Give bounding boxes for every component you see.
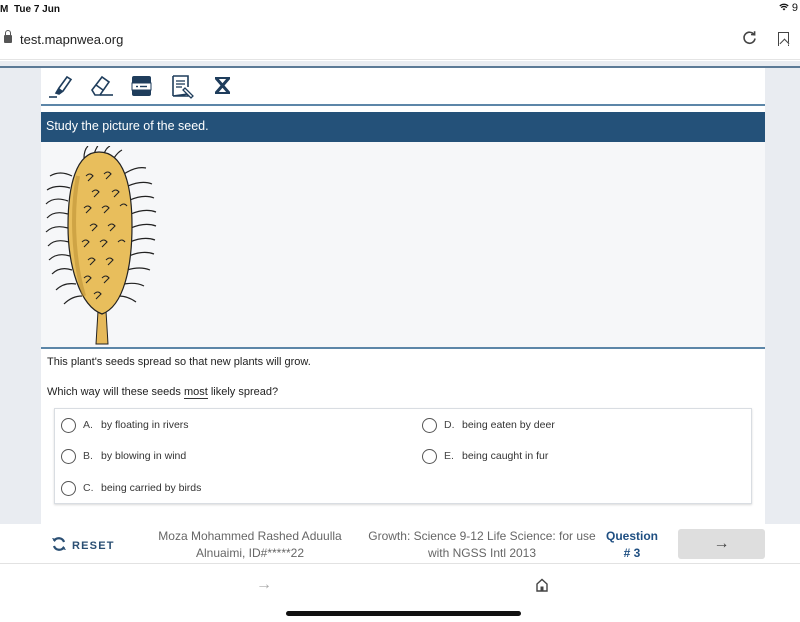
item-prompt-banner: Study the picture of the seed. — [41, 112, 765, 142]
option-letter: A. — [83, 419, 93, 431]
reset-label: RESET — [72, 540, 115, 552]
test-name-line1: Growth: Science 9-12 Life Science: for u… — [368, 529, 596, 543]
radio-button[interactable] — [61, 480, 76, 496]
option-letter: D. — [444, 419, 455, 431]
bookmark-icon[interactable] — [778, 32, 789, 46]
battery-percent: 9 — [791, 2, 798, 14]
option-letter: C. — [83, 482, 94, 494]
figure-area — [41, 142, 765, 347]
url-text[interactable]: test.mapnwea.org — [20, 32, 123, 47]
highlighter-tool[interactable] — [47, 73, 73, 99]
status-time: M — [0, 4, 9, 15]
test-footer: RESET Moza Mohammed Rashed Aduulla Alnua… — [0, 524, 800, 564]
answer-option-d[interactable]: D. being eaten by deer — [422, 415, 555, 435]
question-part: likely spread? — [207, 386, 279, 398]
student-info: Moza Mohammed Rashed Aduulla Alnuaimi, I… — [150, 528, 350, 562]
eraser-icon — [91, 75, 113, 96]
notepad-icon — [172, 75, 194, 99]
forward-arrow-icon[interactable]: → — [256, 576, 272, 594]
reset-button[interactable]: RESET — [51, 536, 115, 556]
next-question-button[interactable]: → — [678, 529, 765, 559]
question-part: Which way will these seeds — [47, 386, 184, 398]
eraser-tool[interactable] — [88, 73, 114, 99]
option-letter: E. — [444, 450, 454, 462]
toolbar-divider — [41, 104, 765, 106]
answer-choices: A. by floating in rivers B. by blowing i… — [54, 408, 752, 504]
question-number: Question # 3 — [600, 528, 664, 562]
device-status-bar: M Tue 7 Jun 9 — [0, 0, 800, 20]
option-text: by floating in rivers — [101, 419, 189, 431]
answer-option-a[interactable]: A. by floating in rivers — [61, 415, 189, 435]
highlighter-icon — [49, 75, 73, 98]
question-number-value: # 3 — [623, 546, 641, 560]
notepad-tool[interactable] — [169, 73, 195, 99]
radio-button[interactable] — [61, 448, 76, 464]
status-date: Tue 7 Jun — [14, 4, 60, 15]
student-name: Moza Mohammed Rashed Aduulla — [158, 529, 342, 543]
prompt-text: Study the picture of the seed. — [46, 119, 209, 133]
reset-icon — [51, 536, 67, 556]
wifi-icon: 9 — [779, 2, 798, 14]
option-text: being carried by birds — [101, 482, 202, 494]
question-label: Question — [605, 529, 658, 543]
radio-button[interactable] — [422, 417, 437, 433]
reload-icon[interactable] — [742, 30, 757, 50]
question-text: Which way will these seeds most likely s… — [47, 386, 279, 399]
line-reader-tool[interactable] — [129, 73, 155, 99]
item-stem: This plant's seeds spread so that new pl… — [47, 356, 311, 368]
option-letter: B. — [83, 450, 93, 462]
line-reader-icon — [131, 76, 152, 96]
answer-option-b[interactable]: B. by blowing in wind — [61, 446, 186, 466]
option-text: being eaten by deer — [462, 419, 555, 431]
browser-address-bar: test.mapnwea.org — [0, 20, 800, 60]
student-id: Alnuaimi, ID#*****22 — [195, 546, 305, 560]
answer-option-e[interactable]: E. being caught in fur — [422, 446, 548, 466]
test-name-line2: with NGSS Intl 2013 — [427, 546, 537, 560]
browser-bottom-toolbar: → — [0, 565, 800, 622]
option-text: by blowing in wind — [101, 450, 187, 462]
lock-icon — [4, 30, 12, 43]
arrow-right-icon: → — [713, 535, 730, 552]
radio-button[interactable] — [61, 417, 76, 433]
home-indicator[interactable] — [286, 611, 521, 616]
tools-toolbar — [41, 68, 765, 104]
question-emphasis: most — [183, 386, 208, 399]
eliminator-icon — [214, 77, 231, 94]
figure-divider — [41, 347, 765, 349]
home-icon[interactable] — [535, 578, 549, 592]
answer-option-c[interactable]: C. being carried by birds — [61, 478, 201, 498]
seed-image — [45, 146, 157, 345]
radio-button[interactable] — [422, 448, 437, 464]
option-text: being caught in fur — [462, 450, 549, 462]
test-name: Growth: Science 9-12 Life Science: for u… — [364, 528, 600, 562]
answer-eliminator-tool[interactable] — [210, 73, 236, 99]
